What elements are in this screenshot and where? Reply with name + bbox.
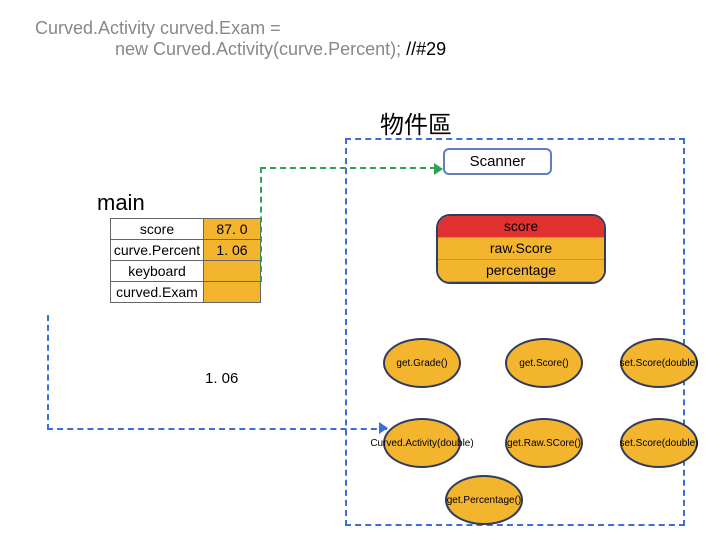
code-header: Curved.Activity curved.Exam = new Curved… [35, 18, 446, 60]
method-getrawscore: get.Raw.SCore() [505, 418, 583, 468]
code-line-1: Curved.Activity curved.Exam = [35, 18, 446, 39]
keyboard-to-scanner-arrow [260, 167, 436, 282]
method-constructor: Curved.Activity(double) [383, 418, 461, 468]
main-variables-table: score87. 0 curve.Percent1. 06 keyboard c… [110, 218, 261, 303]
curvedexam-to-object-arrow [47, 315, 387, 430]
table-row: score87. 0 [111, 219, 261, 240]
method-getpercentage: get.Percentage() [445, 475, 523, 525]
object-field: percentage [438, 260, 604, 282]
var-value [204, 282, 261, 303]
code-line-2-grey: new Curved.Activity(curve.Percent); [115, 39, 401, 59]
table-row: curve.Percent1. 06 [111, 240, 261, 261]
var-value: 87. 0 [204, 219, 261, 240]
var-name: curve.Percent [111, 240, 204, 261]
method-setscore2: set.Score(double) [620, 418, 698, 468]
table-row: curved.Exam [111, 282, 261, 303]
method-getgrade: get.Grade() [383, 338, 461, 388]
var-value: 1. 06 [204, 240, 261, 261]
var-name: curved.Exam [111, 282, 204, 303]
code-line-2-comment: //#29 [401, 39, 446, 59]
object-field: raw.Score [438, 238, 604, 260]
object-header: score [438, 216, 604, 238]
table-row: keyboard [111, 261, 261, 282]
code-line-2: new Curved.Activity(curve.Percent); //#2… [115, 39, 446, 60]
var-name: score [111, 219, 204, 240]
method-getscore: get.Score() [505, 338, 583, 388]
var-name: keyboard [111, 261, 204, 282]
method-setscore: set.Score(double) [620, 338, 698, 388]
curvedactivity-object: score raw.Score percentage [436, 214, 606, 284]
scanner-object: Scanner [443, 148, 552, 175]
var-value [204, 261, 261, 282]
main-label: main [97, 190, 145, 216]
object-area-label: 物件區 [380, 105, 452, 140]
